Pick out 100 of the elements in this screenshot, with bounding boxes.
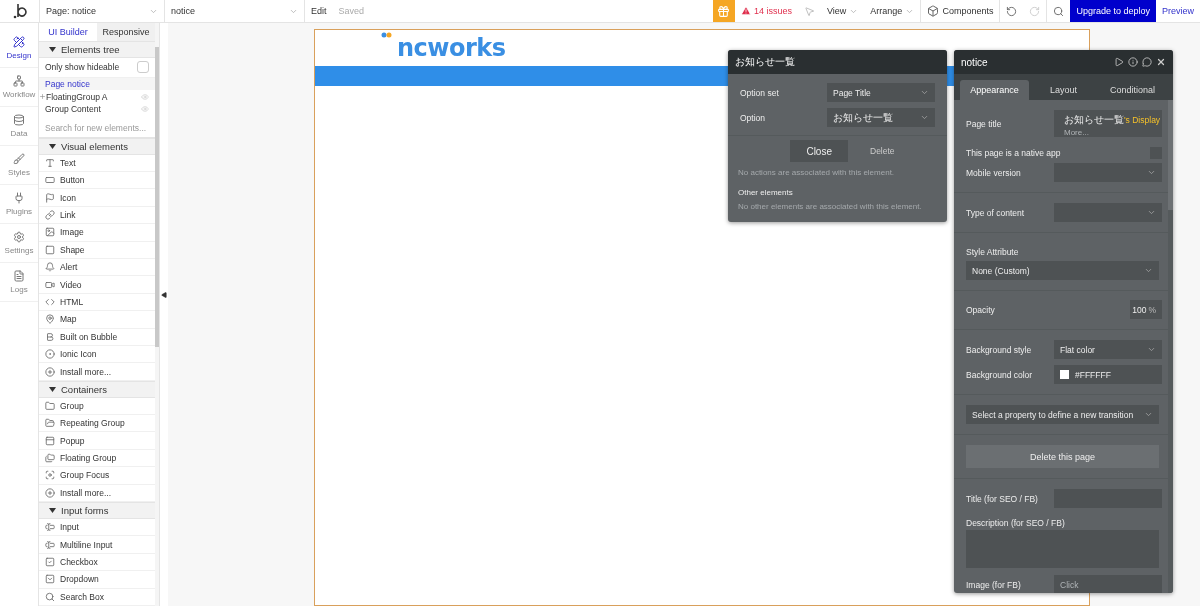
dropdown[interactable]: お知らせ一覧 bbox=[827, 108, 935, 127]
input-icon bbox=[45, 539, 55, 550]
brush-icon bbox=[13, 153, 25, 165]
element-dropdown[interactable]: notice bbox=[165, 0, 305, 22]
checkbox[interactable] bbox=[137, 61, 149, 74]
circle-dot-icon bbox=[45, 349, 55, 360]
flag-icon bbox=[45, 192, 55, 203]
info-icon[interactable] bbox=[1128, 57, 1138, 67]
color-swatch[interactable] bbox=[1060, 370, 1069, 379]
delete-button[interactable]: Delete bbox=[854, 140, 911, 162]
page-title-field[interactable]: お知らせ一覧's Display More... bbox=[1054, 110, 1162, 137]
field-label: Option bbox=[740, 112, 766, 123]
code-icon bbox=[45, 296, 55, 307]
panel-title: お知らせ一覧 bbox=[735, 55, 795, 69]
comment-icon[interactable] bbox=[1142, 57, 1152, 67]
inspector-tab[interactable]: Conditional bbox=[1098, 80, 1167, 100]
caret-icon bbox=[49, 143, 56, 149]
input-icon bbox=[45, 522, 55, 533]
panel-title: notice bbox=[961, 56, 988, 68]
delete-page-button[interactable]: Delete this page bbox=[966, 445, 1159, 468]
bell-icon bbox=[45, 262, 55, 273]
dropdown[interactable] bbox=[1054, 203, 1162, 222]
eye-icon[interactable] bbox=[141, 105, 149, 114]
field-label: Page title bbox=[966, 118, 1002, 129]
sidebar-item[interactable]: Styles bbox=[0, 146, 38, 185]
cursor-icon[interactable] bbox=[804, 5, 815, 17]
opacity-field[interactable]: 100 % bbox=[1130, 300, 1162, 319]
tree-item[interactable]: FloatingGroup A bbox=[39, 90, 155, 103]
close-icon[interactable] bbox=[1156, 57, 1166, 67]
close-button[interactable]: Close bbox=[790, 140, 848, 162]
text-icon bbox=[45, 157, 55, 168]
dropdown[interactable] bbox=[1054, 163, 1162, 182]
warning-icon bbox=[740, 6, 751, 16]
expand-icon[interactable] bbox=[39, 93, 46, 101]
folder-icon bbox=[45, 418, 55, 429]
field-label: Opacity bbox=[966, 304, 995, 315]
gift-icon bbox=[717, 4, 731, 18]
plus-circle-icon bbox=[45, 487, 55, 498]
dropdown-icon bbox=[45, 574, 55, 585]
collapse-icon[interactable] bbox=[161, 291, 167, 298]
play-icon[interactable] bbox=[1114, 57, 1124, 67]
undo-icon[interactable] bbox=[1006, 5, 1018, 17]
option-label: Only show hideable bbox=[45, 62, 120, 73]
dropdown[interactable]: None (Custom) bbox=[966, 261, 1159, 280]
folders-icon bbox=[45, 453, 55, 464]
image-icon bbox=[45, 227, 55, 238]
eye-icon[interactable] bbox=[141, 92, 149, 101]
section-title: Other elements bbox=[737, 187, 794, 199]
sidebar-item[interactable]: Settings bbox=[0, 224, 38, 263]
field-label: This page is a native app bbox=[966, 148, 1061, 158]
field-label: Title (for SEO / FB) bbox=[966, 493, 1038, 504]
element-item[interactable]: Install more... bbox=[39, 363, 155, 381]
edit-menu[interactable]: Edit bbox=[305, 6, 333, 16]
search-icon[interactable] bbox=[1053, 5, 1065, 17]
sidebar-item[interactable]: Workflow bbox=[0, 68, 38, 107]
cube-icon bbox=[927, 5, 940, 17]
caret-icon bbox=[920, 113, 929, 122]
components-button[interactable]: Components bbox=[920, 0, 1000, 22]
field-label: Background color bbox=[966, 369, 1033, 380]
page-dropdown[interactable]: Page: notice bbox=[40, 0, 165, 22]
design-icon bbox=[13, 36, 25, 48]
section-header[interactable]: Input forms bbox=[39, 502, 155, 520]
focus-icon bbox=[45, 470, 55, 481]
logo-icon[interactable] bbox=[12, 3, 27, 19]
caret-icon bbox=[1147, 168, 1156, 177]
inspector-tab[interactable]: Layout bbox=[1029, 80, 1098, 100]
square-icon bbox=[45, 244, 55, 255]
empty-note: No other elements are associated with this element. bbox=[737, 201, 923, 213]
upgrade-button[interactable]: Upgrade to deploy bbox=[1070, 0, 1156, 22]
gift-button[interactable] bbox=[712, 0, 735, 22]
field-label: Type of content bbox=[966, 207, 1025, 218]
palette-tab[interactable]: Responsive bbox=[97, 23, 155, 41]
inspector-tab[interactable]: Appearance bbox=[960, 80, 1029, 100]
image-field[interactable]: Click bbox=[1054, 575, 1162, 593]
redo-icon[interactable] bbox=[1029, 5, 1041, 17]
sidebar-item[interactable]: Logs bbox=[0, 263, 38, 302]
sidebar-item[interactable]: Data bbox=[0, 107, 38, 146]
folder-icon bbox=[45, 400, 55, 411]
color-field[interactable]: #FFFFFF bbox=[1054, 365, 1162, 384]
link-icon bbox=[45, 210, 55, 220]
logo-text: ncworks bbox=[397, 34, 506, 62]
video-icon bbox=[45, 279, 55, 290]
map-pin-icon bbox=[45, 314, 55, 325]
dots-icon bbox=[381, 32, 393, 38]
issues-button[interactable]: 14 issues bbox=[734, 0, 798, 22]
document-icon bbox=[13, 270, 25, 282]
sidebar-item[interactable]: Plugins bbox=[0, 185, 38, 224]
field-label: Option set bbox=[740, 87, 779, 98]
plus-circle-icon bbox=[45, 366, 55, 377]
tree-item[interactable]: Group Content bbox=[39, 102, 155, 116]
dropdown[interactable]: Flat color bbox=[1054, 340, 1162, 359]
menu-button[interactable]: Arrange bbox=[864, 0, 921, 22]
dropdown[interactable]: Page Title bbox=[827, 83, 935, 102]
caret-icon bbox=[49, 386, 56, 392]
bold-icon bbox=[45, 331, 55, 342]
menu-button[interactable]: View bbox=[821, 0, 865, 22]
sidebar-item[interactable]: Design bbox=[0, 29, 38, 68]
preview-link[interactable]: Preview bbox=[1156, 6, 1200, 16]
dropdown[interactable]: Select a property to define a new transition bbox=[966, 405, 1159, 424]
plug-icon bbox=[13, 192, 25, 204]
